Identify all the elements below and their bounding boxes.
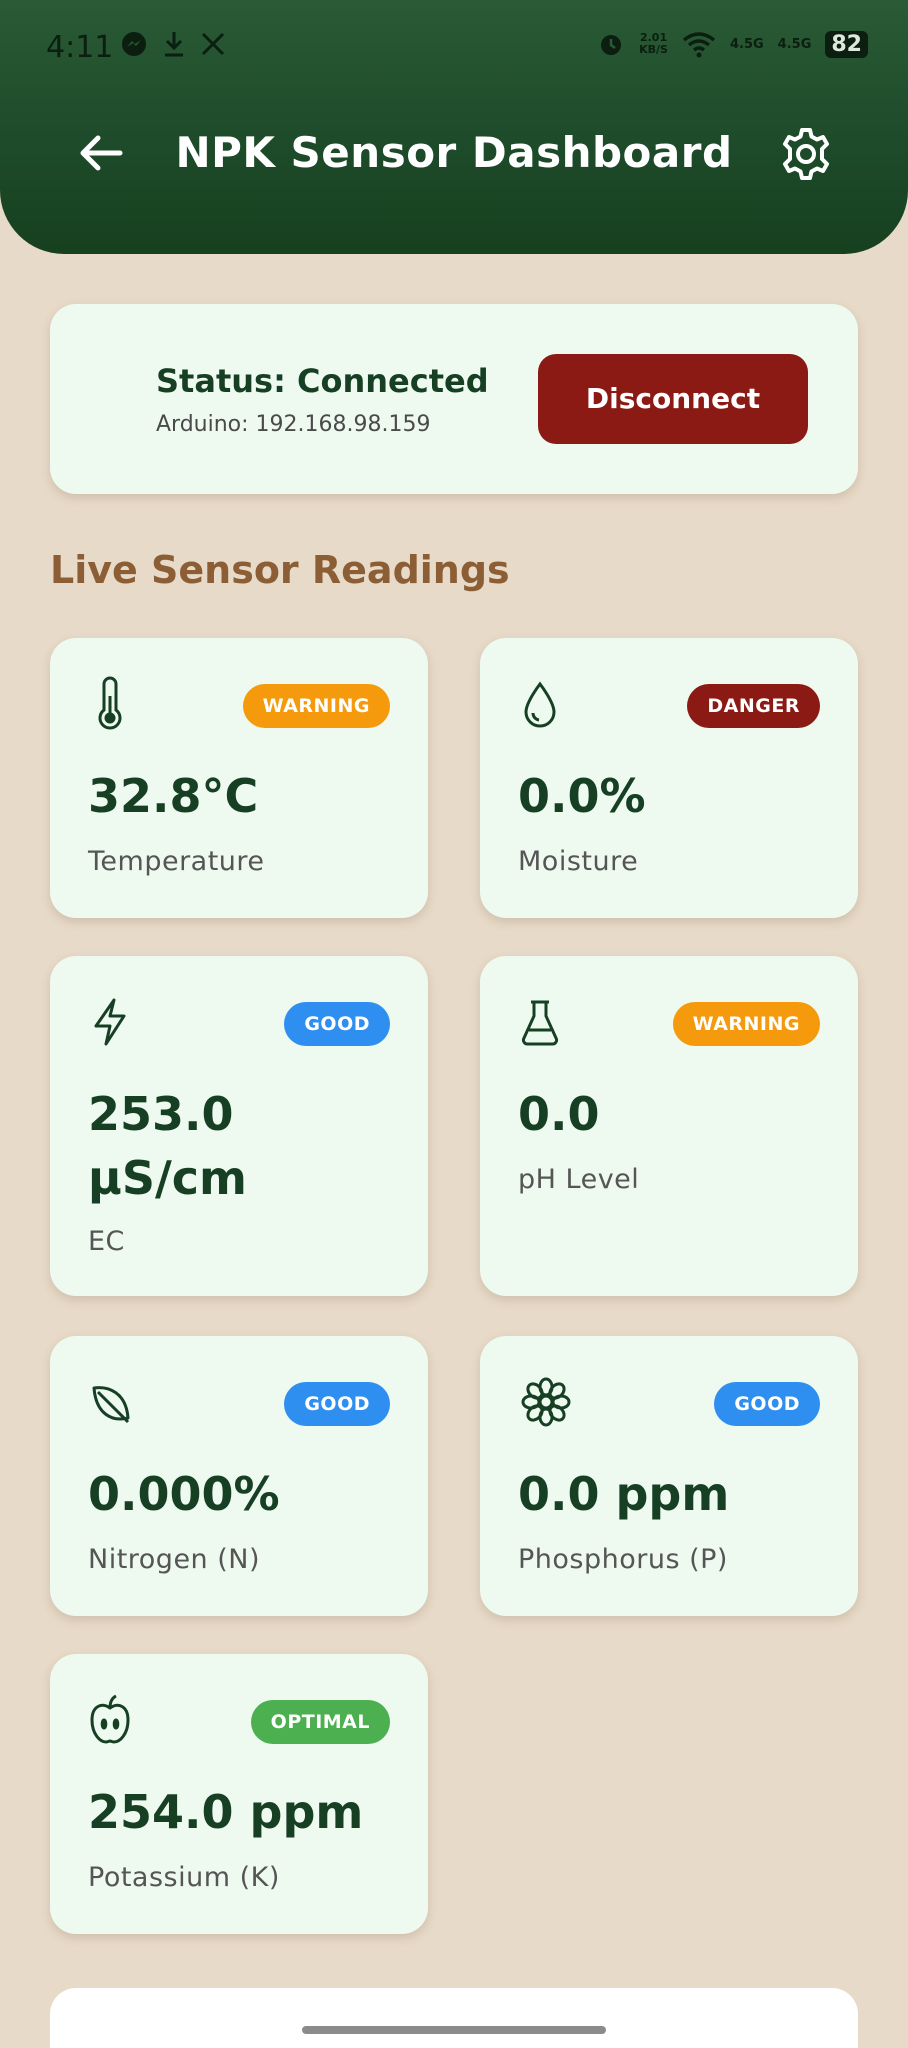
sensor-value: 0.0 ppm [518,1467,730,1521]
sensor-card-ph[interactable]: WARNING 0.0 pH Level [480,956,858,1296]
sensor-value: 254.0 ppm [88,1785,364,1839]
sensor-card-phosphorus[interactable]: GOOD 0.0 ppm Phosphorus (P) [480,1336,858,1616]
status-badge: GOOD [714,1382,820,1426]
signal-1: 4.5G [729,36,764,52]
network-speed: 2.01 KB/S [639,32,668,56]
device-address: Arduino: 192.168.98.159 [156,412,431,437]
sensor-card-moisture[interactable]: DANGER 0.0% Moisture [480,638,858,918]
status-badge: GOOD [284,1002,390,1046]
sensor-label: Temperature [88,846,265,877]
network-speed-unit: KB/S [639,43,668,56]
battery-indicator: 82 [825,30,868,58]
sensor-value: 0.0 [518,1087,600,1141]
gear-icon [783,128,829,180]
leaf-icon [92,1386,130,1424]
status-badge: WARNING [672,1002,820,1046]
section-title: Live Sensor Readings [50,548,510,592]
sensor-card-ec[interactable]: GOOD 253.0 µS/cm EC [50,956,428,1296]
notification-icons [120,30,226,58]
sensor-label: Potassium (K) [88,1862,280,1893]
sensor-value: 0.000% [88,1467,280,1521]
signal-2: 4.5G [777,36,812,52]
clock: 4:11 [46,30,114,65]
sensor-label: Phosphorus (P) [518,1544,728,1575]
lightning-icon [94,998,126,1046]
sensor-value: 32.8°C [88,769,259,823]
flower-icon [521,1377,571,1427]
sensor-card-potassium[interactable]: OPTIMAL 254.0 ppm Potassium (K) [50,1654,428,1934]
messenger-icon [122,32,146,56]
status-badge: GOOD [284,1382,390,1426]
disconnect-button[interactable]: Disconnect [538,354,808,444]
x-logo-icon [201,32,225,56]
system-indicators: 2.01 KB/S 4.5G 4.5G 82 [597,30,868,58]
water-drop-icon [524,681,556,728]
sensor-value: 253.0 µS/cm [88,1087,247,1205]
sensor-value: 0.0% [518,769,646,823]
sensor-card-nitrogen[interactable]: GOOD 0.000% Nitrogen (N) [50,1336,428,1616]
connection-status-text: Status: Connected [156,362,489,400]
status-badge: DANGER [687,684,820,728]
status-bar: 4:11 2.01 KB/S 4.5G 4.5G 82 [0,0,908,100]
next-card-partial [50,1988,858,2048]
sensor-label: Moisture [518,846,639,877]
download-icon [165,32,183,57]
status-badge: WARNING [242,684,390,728]
home-indicator[interactable] [302,2026,606,2034]
sensor-label: Nitrogen (N) [88,1544,261,1575]
flask-icon [521,1000,559,1046]
alarm-icon [601,35,622,55]
page-title: NPK Sensor Dashboard [175,128,733,177]
thermometer-icon [98,676,122,730]
status-badge: OPTIMAL [250,1700,390,1744]
sensor-label: pH Level [518,1164,640,1195]
apple-icon [90,1694,130,1744]
sensor-label: EC [88,1226,125,1257]
settings-button[interactable] [776,124,836,184]
sensor-card-temperature[interactable]: WARNING 32.8°C Temperature [50,638,428,918]
wifi-icon [682,32,716,58]
